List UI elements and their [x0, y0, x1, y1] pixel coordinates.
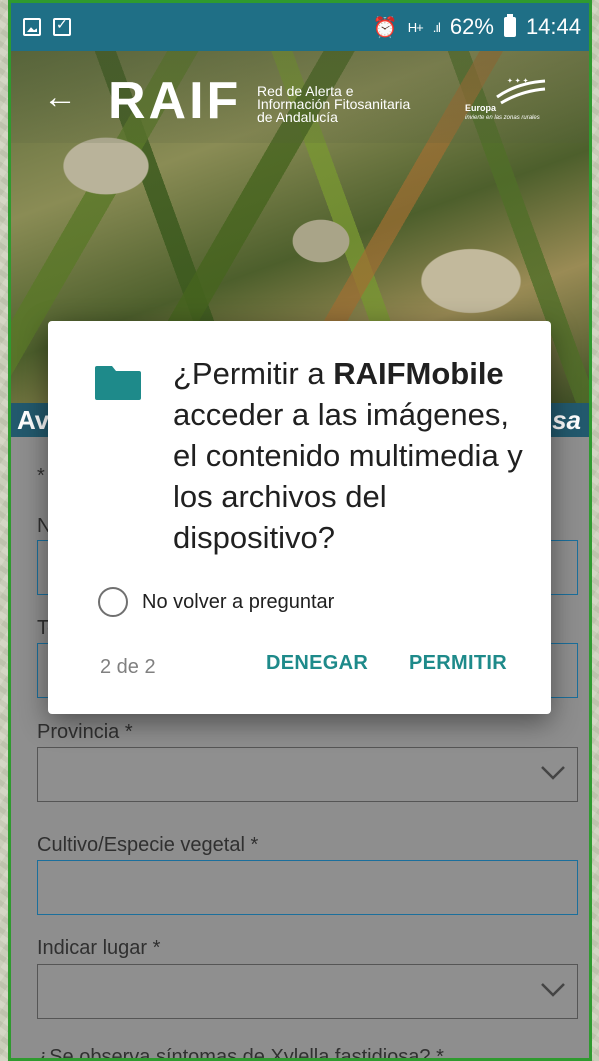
- dont-ask-again-label[interactable]: No volver a preguntar: [142, 591, 334, 614]
- permission-dialog: ¿Permitir a RAIFMobile acceder a las imá…: [48, 321, 551, 714]
- folder-icon: [95, 366, 141, 400]
- deny-button[interactable]: DENEGAR: [266, 652, 368, 675]
- dont-ask-again-radio[interactable]: [98, 587, 128, 617]
- permission-question: ¿Permitir a RAIFMobile acceder a las imá…: [173, 356, 523, 555]
- permission-counter: 2 de 2: [100, 656, 156, 678]
- allow-button[interactable]: PERMITIR: [409, 652, 507, 675]
